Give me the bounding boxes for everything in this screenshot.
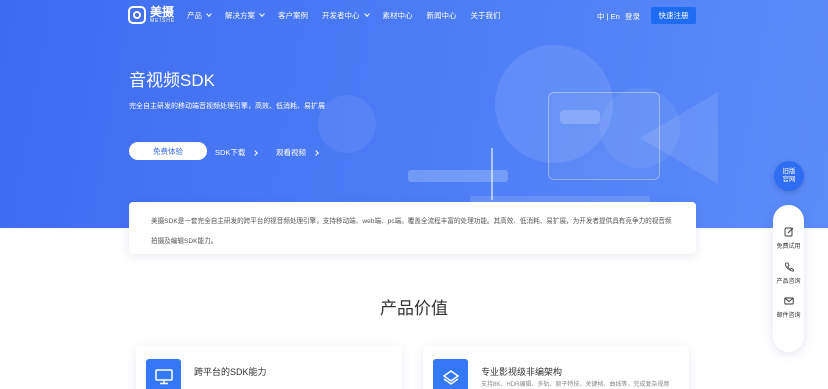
value-card-title: 跨平台的SDK能力 [194, 367, 267, 377]
side-item-label: 邮件咨询 [776, 313, 801, 319]
main-menu: 产品 解决方案 客户案例 开发者中心 素材中心 新闻中心 关于我们 [187, 10, 515, 21]
value-card[interactable]: 跨平台的SDK能力 [136, 346, 402, 389]
side-contact-panel: 免费试用 产品咨询 邮件咨询 [773, 205, 804, 352]
logo-text-cn: 美摄 [150, 5, 175, 19]
intro-text: 美摄SDK是一套完全自主研发的跨平台的视音频处理引擎，支持移动端、web端、pc… [151, 218, 672, 245]
chevron-down-icon [259, 11, 265, 17]
chevron-right-icon [313, 149, 319, 156]
intro-card: 美摄SDK是一套完全自主研发的跨平台的视音频处理引擎，支持移动端、web端、pc… [129, 202, 696, 254]
signup-button[interactable]: 快速注册 [651, 7, 696, 24]
chevron-right-icon [252, 149, 259, 156]
login-link[interactable]: 登录 [625, 11, 640, 22]
old-site-button[interactable]: 旧版官网 [774, 161, 804, 191]
language-switch[interactable]: 中 | En [597, 11, 620, 22]
top-nav: 美摄 MEISHE 产品 解决方案 客户案例 开发者中心 素材中心 新闻中心 关… [0, 0, 828, 32]
menu-item-about[interactable]: 关于我们 [471, 10, 501, 21]
value-card-title: 专业影视级非编架构 [481, 367, 563, 377]
side-item-free-trial[interactable]: 免费试用 [773, 227, 804, 250]
watch-video-link[interactable]: 观看视频 [276, 147, 319, 158]
sdk-download-link[interactable]: SDK下载 [215, 147, 259, 158]
hero-subtitle: 完全自主研发的移动端音视频处理引擎，高效、低消耗、易扩展 [129, 103, 325, 110]
value-card[interactable]: 专业影视级非编架构 支持8K、HDR编辑、多轨、原子特技、关键帧、曲线等，完成复… [423, 346, 689, 389]
chevron-down-icon [206, 11, 212, 17]
logo-text-en: MEISHE [150, 18, 176, 24]
page: 美摄 MEISHE 产品 解决方案 客户案例 开发者中心 素材中心 新闻中心 关… [0, 0, 828, 389]
chevron-down-icon [363, 11, 370, 17]
menu-item-developer[interactable]: 开发者中心 [322, 10, 370, 21]
menu-item-cases[interactable]: 客户案例 [278, 10, 308, 21]
hero-title: 音视频SDK [129, 71, 215, 90]
menu-item-solutions[interactable]: 解决方案 [225, 10, 265, 21]
decorative-bar [560, 110, 600, 124]
decorative-camera-frame [548, 92, 660, 180]
edit-icon [784, 227, 793, 237]
menu-item-news[interactable]: 新闻中心 [427, 10, 457, 21]
monitor-icon [146, 359, 181, 389]
phone-icon [784, 262, 794, 272]
layers-icon [433, 359, 468, 389]
side-item-product-consult[interactable]: 产品咨询 [773, 262, 804, 285]
logo-icon [128, 6, 146, 24]
decorative-line [491, 148, 493, 200]
hero-banner: 美摄 MEISHE 产品 解决方案 客户案例 开发者中心 素材中心 新闻中心 关… [0, 0, 828, 228]
decorative-circle [318, 95, 376, 153]
decorative-bar [408, 170, 508, 182]
menu-item-materials[interactable]: 素材中心 [383, 10, 413, 21]
mail-icon [783, 297, 794, 305]
side-item-mail-consult[interactable]: 邮件咨询 [773, 296, 804, 319]
section-title: 产品价值 [380, 299, 448, 318]
logo[interactable]: 美摄 MEISHE [128, 6, 175, 24]
menu-item-products[interactable]: 产品 [187, 10, 212, 21]
side-item-label: 免费试用 [776, 244, 801, 250]
value-card-desc: 支持8K、HDR编辑、多轨、原子特技、关键帧、曲线等，完成复杂视频 [481, 382, 670, 388]
side-item-label: 产品咨询 [776, 279, 801, 285]
free-trial-button[interactable]: 免费体验 [129, 142, 207, 160]
